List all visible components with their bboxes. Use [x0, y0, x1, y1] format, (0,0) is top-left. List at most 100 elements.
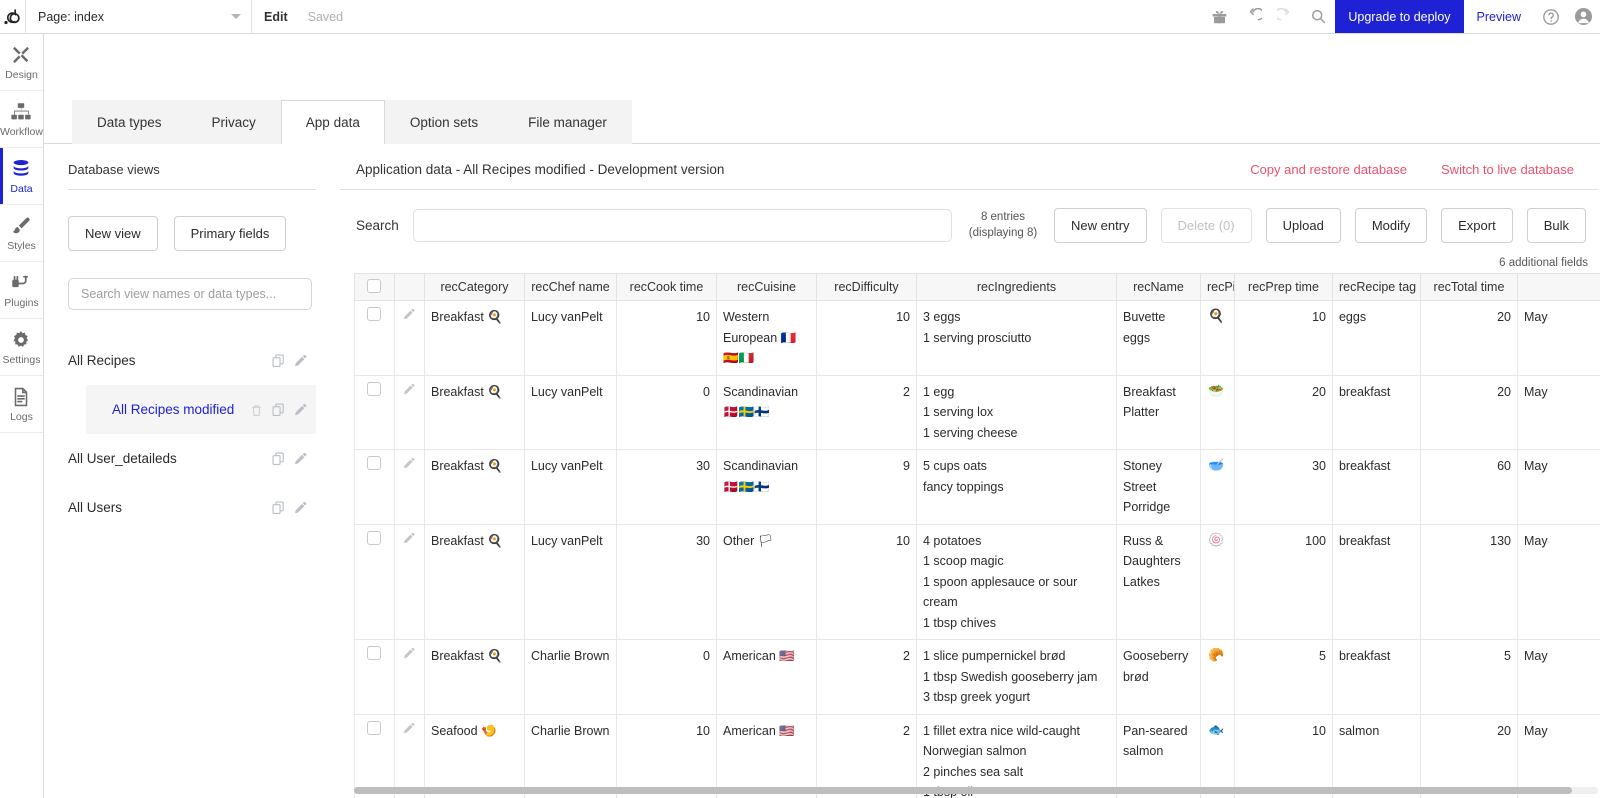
- cell-chef[interactable]: Charlie Brown: [524, 714, 616, 798]
- cell-total-time[interactable]: 130: [1420, 524, 1517, 640]
- cell-difficulty[interactable]: 10: [816, 301, 916, 376]
- switch-to-live-database-link[interactable]: Switch to live database: [1441, 162, 1574, 177]
- cell-created-date[interactable]: May: [1517, 714, 1600, 798]
- cell-prep-time[interactable]: 10: [1234, 301, 1332, 376]
- cell-chef[interactable]: Lucy vanPelt: [524, 450, 616, 525]
- row-edit-cell[interactable]: [394, 640, 424, 715]
- cell-chef[interactable]: Lucy vanPelt: [524, 375, 616, 450]
- row-checkbox[interactable]: [367, 646, 381, 660]
- col-header-recchef-name[interactable]: recChef name: [524, 274, 616, 301]
- cell-tag[interactable]: breakfast: [1332, 524, 1420, 640]
- cell-difficulty[interactable]: 2: [816, 714, 916, 798]
- table-row[interactable]: Breakfast 🍳Lucy vanPelt30Other 🏳104 pota…: [354, 524, 1600, 640]
- new-entry-button[interactable]: New entry: [1054, 208, 1147, 243]
- edit-pencil-icon[interactable]: [290, 402, 312, 417]
- cell-pic[interactable]: 🥗: [1200, 375, 1234, 450]
- view-item-all-recipes[interactable]: All Recipes: [68, 336, 316, 385]
- duplicate-icon[interactable]: [268, 500, 290, 515]
- cell-pic[interactable]: 🍳: [1200, 301, 1234, 376]
- help-circle-icon[interactable]: [1534, 0, 1567, 33]
- cell-chef[interactable]: Lucy vanPelt: [524, 301, 616, 376]
- cell-ingredients[interactable]: 1 slice pumpernickel brød1 tbsp Swedish …: [916, 640, 1116, 715]
- table-row[interactable]: Seafood 🍤Charlie Brown10American 🇺🇸21 fi…: [354, 714, 1600, 798]
- copy-and-restore-database-link[interactable]: Copy and restore database: [1250, 162, 1407, 177]
- table-row[interactable]: Breakfast 🍳Lucy vanPelt10Western Europea…: [354, 301, 1600, 376]
- view-item-all-users[interactable]: All Users: [68, 483, 316, 532]
- cell-cuisine[interactable]: Other 🏳: [716, 524, 816, 640]
- cell-category[interactable]: Seafood 🍤: [424, 714, 524, 798]
- cell-total-time[interactable]: 60: [1420, 450, 1517, 525]
- cell-name[interactable]: Russ & Daughters Latkes: [1116, 524, 1200, 640]
- row-checkbox[interactable]: [367, 307, 381, 321]
- cell-created-date[interactable]: May: [1517, 301, 1600, 376]
- rail-item-design[interactable]: Design: [0, 34, 43, 91]
- col-header-recingredients[interactable]: recIngredients: [916, 274, 1116, 301]
- cell-ingredients[interactable]: 3 eggs1 serving prosciutto: [916, 301, 1116, 376]
- select-all-header[interactable]: [354, 274, 394, 301]
- tab-app-data[interactable]: App data: [281, 100, 385, 144]
- preview-button[interactable]: Preview: [1464, 0, 1534, 33]
- cell-name[interactable]: Pan-seared salmon: [1116, 714, 1200, 798]
- rail-item-settings[interactable]: Settings: [0, 319, 43, 376]
- row-checkbox[interactable]: [367, 456, 381, 470]
- cell-difficulty[interactable]: 10: [816, 524, 916, 640]
- cell-cook-time[interactable]: 0: [616, 375, 716, 450]
- row-select-cell[interactable]: [354, 450, 394, 525]
- tab-data-types[interactable]: Data types: [72, 100, 187, 144]
- tab-file-manager[interactable]: File manager: [503, 100, 632, 144]
- search-input[interactable]: [413, 209, 952, 242]
- select-all-checkbox[interactable]: [367, 279, 381, 293]
- rail-item-logs[interactable]: Logs: [0, 376, 43, 433]
- cell-pic[interactable]: 🥣: [1200, 450, 1234, 525]
- cell-cook-time[interactable]: 30: [616, 450, 716, 525]
- cell-pic[interactable]: 🍥: [1200, 524, 1234, 640]
- cell-cook-time[interactable]: 10: [616, 714, 716, 798]
- rail-item-plugins[interactable]: Plugins: [0, 262, 43, 319]
- cell-name[interactable]: Gooseberry brød: [1116, 640, 1200, 715]
- cell-category[interactable]: Breakfast 🍳: [424, 301, 524, 376]
- additional-fields-label[interactable]: 6 additional fields: [340, 243, 1600, 273]
- duplicate-icon[interactable]: [268, 402, 290, 417]
- search-icon[interactable]: [1302, 0, 1335, 33]
- cell-category[interactable]: Breakfast 🍳: [424, 640, 524, 715]
- cell-pic[interactable]: 🥐: [1200, 640, 1234, 715]
- export-button[interactable]: Export: [1441, 208, 1513, 243]
- edit-button[interactable]: Edit: [252, 0, 300, 33]
- row-edit-cell[interactable]: [394, 450, 424, 525]
- cell-tag[interactable]: breakfast: [1332, 640, 1420, 715]
- cell-cuisine[interactable]: American 🇺🇸: [716, 640, 816, 715]
- cell-ingredients[interactable]: 1 egg1 serving lox1 serving cheese: [916, 375, 1116, 450]
- row-edit-cell[interactable]: [394, 524, 424, 640]
- cell-pic[interactable]: 🐟: [1200, 714, 1234, 798]
- row-select-cell[interactable]: [354, 714, 394, 798]
- cell-prep-time[interactable]: 20: [1234, 375, 1332, 450]
- row-edit-cell[interactable]: [394, 375, 424, 450]
- row-select-cell[interactable]: [354, 301, 394, 376]
- row-checkbox[interactable]: [367, 382, 381, 396]
- row-select-cell[interactable]: [354, 375, 394, 450]
- cell-tag[interactable]: salmon: [1332, 714, 1420, 798]
- col-header-overflow[interactable]: [1517, 274, 1600, 301]
- page-selector[interactable]: Page: index: [26, 0, 252, 33]
- cell-total-time[interactable]: 20: [1420, 714, 1517, 798]
- col-header-reccook-time[interactable]: recCook time: [616, 274, 716, 301]
- cell-category[interactable]: Breakfast 🍳: [424, 375, 524, 450]
- rail-item-data[interactable]: Data: [0, 148, 43, 205]
- cell-cook-time[interactable]: 10: [616, 301, 716, 376]
- gift-icon[interactable]: [1203, 0, 1236, 33]
- rail-item-styles[interactable]: Styles: [0, 205, 43, 262]
- col-header-reccuisine[interactable]: recCuisine: [716, 274, 816, 301]
- undo-icon[interactable]: [1236, 0, 1269, 33]
- edit-pencil-icon[interactable]: [290, 500, 312, 515]
- cell-ingredients[interactable]: 1 fillet extra nice wild-caught Norwegia…: [916, 714, 1116, 798]
- row-edit-cell[interactable]: [394, 301, 424, 376]
- cell-total-time[interactable]: 20: [1420, 375, 1517, 450]
- duplicate-icon[interactable]: [268, 353, 290, 368]
- col-header-recprep-time[interactable]: recPrep time: [1234, 274, 1332, 301]
- tab-option-sets[interactable]: Option sets: [385, 100, 503, 144]
- cell-name[interactable]: Breakfast Platter: [1116, 375, 1200, 450]
- col-header-recpic[interactable]: recPic: [1200, 274, 1234, 301]
- cell-cuisine[interactable]: Western European 🇫🇷🇪🇸🇮🇹: [716, 301, 816, 376]
- cell-difficulty[interactable]: 9: [816, 450, 916, 525]
- cell-tag[interactable]: eggs: [1332, 301, 1420, 376]
